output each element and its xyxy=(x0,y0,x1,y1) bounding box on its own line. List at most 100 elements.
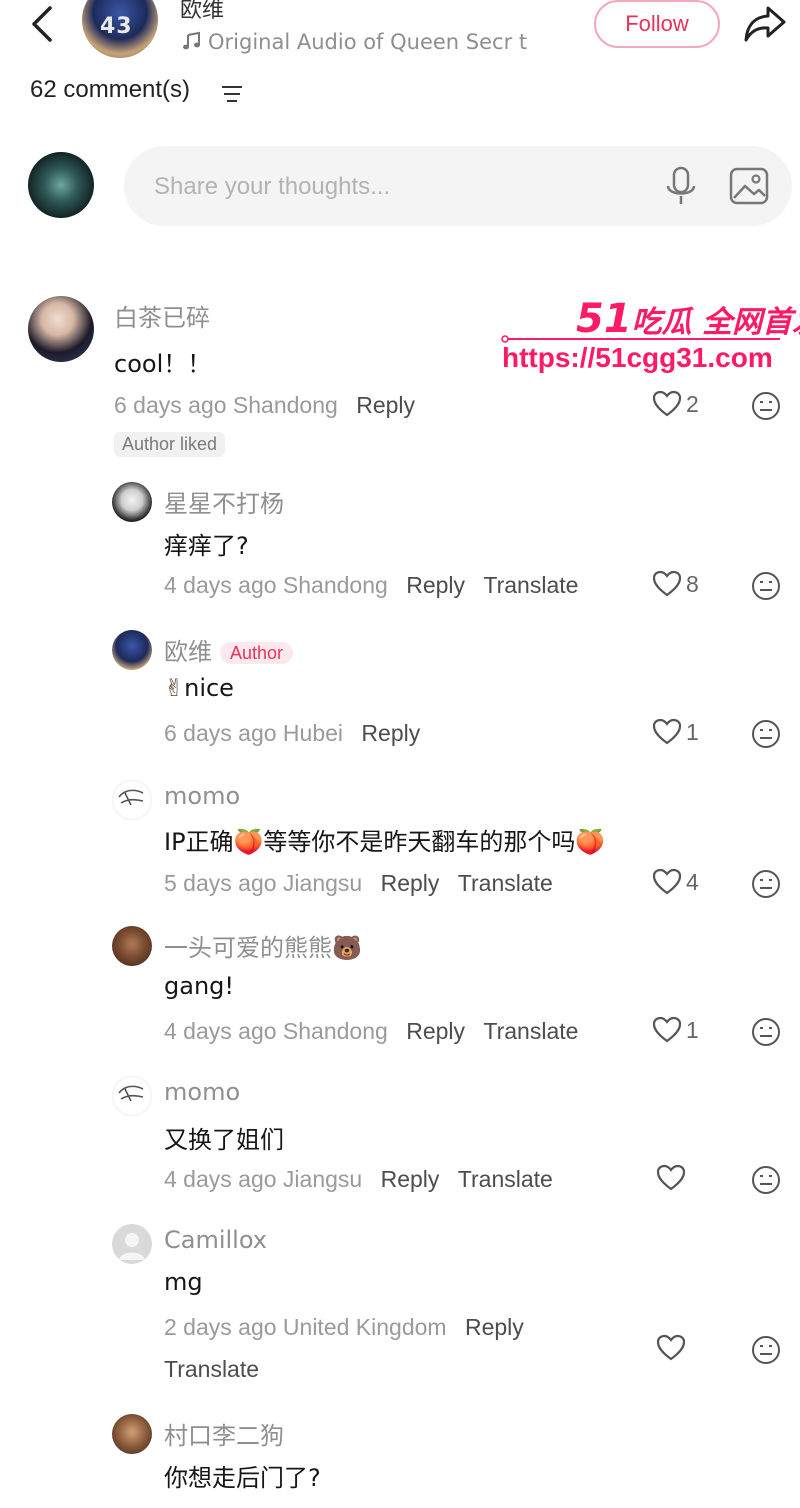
reply-button[interactable]: Reply xyxy=(465,1314,524,1340)
reply-button[interactable]: Reply xyxy=(356,392,415,418)
image-icon[interactable] xyxy=(728,166,770,206)
comment-meta: 6 days ago Shandong Reply xyxy=(114,392,415,419)
like-button[interactable]: 2 xyxy=(652,390,699,422)
comment-location: Jiangsu xyxy=(282,870,363,896)
avatar[interactable] xyxy=(112,780,152,820)
share-icon[interactable] xyxy=(742,2,788,44)
comment-meta: 4 days ago Shandong Reply Translate xyxy=(164,572,578,599)
like-button[interactable]: 1 xyxy=(652,1016,699,1048)
victory-hand-emoji: ✌ xyxy=(164,674,185,702)
heart-icon xyxy=(656,1164,686,1191)
comment-location: Hubei xyxy=(282,720,344,746)
like-count: 1 xyxy=(686,1016,699,1043)
dislike-face-icon[interactable] xyxy=(750,390,782,422)
dislike-face-icon[interactable] xyxy=(750,868,782,900)
commenter-name[interactable]: Camillox xyxy=(164,1226,267,1254)
commenter-name[interactable]: 一头可爱的熊熊🐻 xyxy=(164,928,362,963)
comment-meta: 4 days ago Shandong Reply Translate xyxy=(164,1018,578,1045)
comment-text-body: nice xyxy=(184,674,234,702)
comment-time: 5 days ago xyxy=(164,870,277,896)
like-count: 2 xyxy=(686,390,699,417)
sort-filter-icon[interactable] xyxy=(220,84,244,104)
music-note-icon xyxy=(183,31,200,50)
like-button[interactable]: 4 xyxy=(652,868,699,900)
like-button[interactable] xyxy=(656,1334,690,1366)
like-button[interactable]: 8 xyxy=(652,570,699,602)
dislike-face-icon[interactable] xyxy=(750,1334,782,1366)
comment-meta: 2 days ago United Kingdom Reply xyxy=(164,1314,524,1341)
commenter-name[interactable]: 欧维 Author xyxy=(164,632,294,667)
avatar[interactable] xyxy=(112,1414,152,1454)
reply-button[interactable]: Reply xyxy=(406,572,465,598)
comment-text: gang! xyxy=(164,972,235,1000)
author-tag: Author xyxy=(220,641,294,664)
avatar[interactable] xyxy=(112,926,152,966)
back-arrow-icon[interactable] xyxy=(22,2,62,46)
author-avatar[interactable]: 43 xyxy=(82,0,158,58)
comment-location: Jiangsu xyxy=(282,1166,363,1192)
watermark: 51吃瓜 全网首发 https://51cgg31.com xyxy=(496,296,800,386)
translate-button[interactable]: Translate xyxy=(458,870,553,896)
comment-time: 4 days ago xyxy=(164,1018,277,1044)
avatar[interactable] xyxy=(28,296,94,362)
comment-time: 4 days ago xyxy=(164,572,277,598)
comment-input-container[interactable] xyxy=(124,146,792,226)
heart-icon xyxy=(652,868,682,895)
default-user-icon xyxy=(119,1233,145,1260)
reply-button[interactable]: Reply xyxy=(381,1166,440,1192)
comment-meta: 5 days ago Jiangsu Reply Translate xyxy=(164,870,553,897)
microphone-icon[interactable] xyxy=(664,166,698,206)
commenter-name[interactable]: momo xyxy=(164,1078,240,1106)
heart-icon xyxy=(652,570,682,597)
comment-time: 6 days ago xyxy=(114,392,227,418)
comment-text: 又换了姐们 xyxy=(164,1126,284,1154)
commenter-name[interactable]: 白茶已碎 xyxy=(114,298,210,333)
comment-text: IP正确🍑等等你不是昨天翻车的那个吗🍑 xyxy=(164,828,606,856)
translate-button[interactable]: Translate xyxy=(458,1166,553,1192)
comment-text: ✌nice xyxy=(164,674,234,702)
heart-icon xyxy=(652,1016,682,1043)
dislike-face-icon[interactable] xyxy=(750,570,782,602)
like-count: 1 xyxy=(686,718,699,745)
comment-meta: 4 days ago Jiangsu Reply Translate xyxy=(164,1166,553,1193)
comment-meta: 6 days ago Hubei Reply xyxy=(164,720,420,747)
author-name[interactable]: 欧维 xyxy=(180,0,224,24)
commenter-name[interactable]: momo xyxy=(164,782,240,810)
watermark-url: https://51cgg31.com xyxy=(502,342,773,373)
commenter-name[interactable]: 村口李二狗 xyxy=(164,1416,284,1451)
heart-icon xyxy=(656,1334,686,1361)
sketch-avatar-icon xyxy=(118,1085,144,1102)
avatar-overlay-text: 43 xyxy=(100,14,133,39)
reply-button[interactable]: Reply xyxy=(406,1018,465,1044)
comment-text: 痒痒了? xyxy=(164,532,249,560)
comment-input[interactable] xyxy=(152,164,636,210)
comment-time: 2 days ago xyxy=(164,1314,277,1340)
commenter-name-text: 欧维 xyxy=(164,638,212,666)
avatar[interactable] xyxy=(112,1224,152,1264)
follow-button[interactable]: Follow xyxy=(594,0,720,48)
comment-time: 4 days ago xyxy=(164,1166,277,1192)
commenter-name[interactable]: 星星不打杨 xyxy=(164,484,284,519)
like-button[interactable]: 1 xyxy=(652,718,699,750)
comment-location: Shandong xyxy=(282,1018,388,1044)
comment-time: 6 days ago xyxy=(164,720,277,746)
like-button[interactable] xyxy=(656,1164,690,1196)
audio-label: Original Audio of Queen Secr t xyxy=(208,30,528,54)
reply-button[interactable]: Reply xyxy=(361,720,420,746)
avatar[interactable] xyxy=(112,482,152,522)
avatar[interactable] xyxy=(112,630,152,670)
comment-location: Shandong xyxy=(232,392,338,418)
dislike-face-icon[interactable] xyxy=(750,1164,782,1196)
dislike-face-icon[interactable] xyxy=(750,1016,782,1048)
audio-row[interactable]: Original Audio of Queen Secr t xyxy=(182,30,527,54)
like-count: 8 xyxy=(686,570,699,597)
translate-button[interactable]: Translate xyxy=(483,1018,578,1044)
comment-count: 62 comment(s) xyxy=(30,76,191,103)
comment-location: United Kingdom xyxy=(282,1314,447,1340)
translate-button[interactable]: Translate xyxy=(164,1356,259,1382)
avatar[interactable] xyxy=(112,1076,152,1116)
reply-button[interactable]: Reply xyxy=(381,870,440,896)
dislike-face-icon[interactable] xyxy=(750,718,782,750)
translate-row: Translate xyxy=(164,1356,259,1383)
translate-button[interactable]: Translate xyxy=(483,572,578,598)
